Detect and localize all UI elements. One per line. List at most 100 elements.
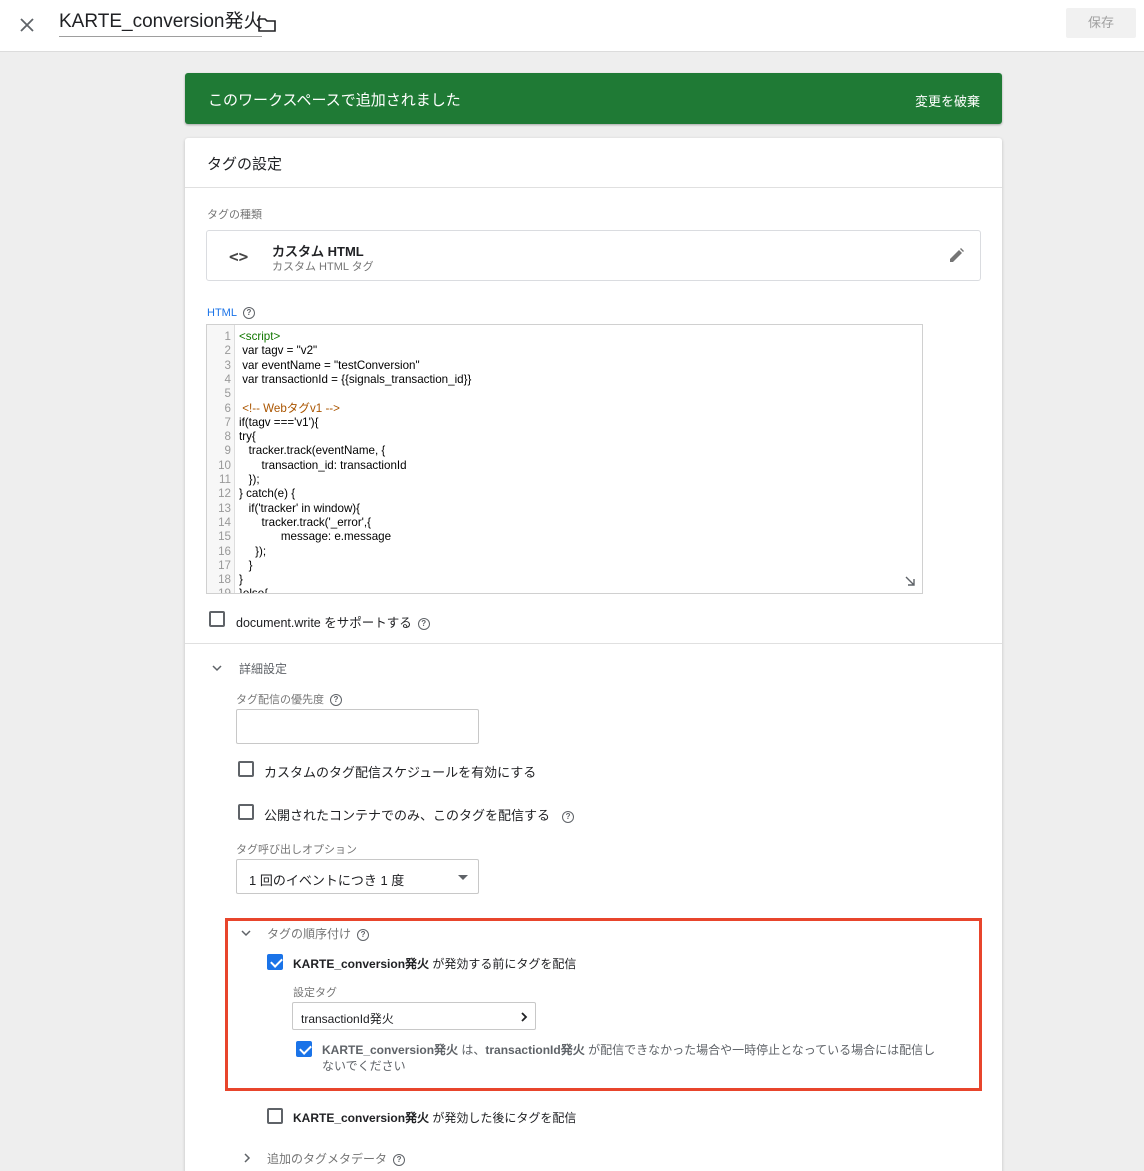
code-text: var transactionId = {{signals_transactio…: [239, 372, 472, 386]
code-line: 13 if('tracker' in window){: [207, 501, 360, 516]
help-icon[interactable]: ?: [393, 1153, 406, 1166]
tag-sequencing-title[interactable]: タグの順序付け?: [267, 925, 370, 942]
priority-label: タグ配信の優先度?: [236, 691, 342, 707]
code-line: 17 }: [207, 559, 252, 573]
cleanup-tag-checkbox[interactable]: [267, 1108, 283, 1124]
code-text: message: e.message: [239, 530, 392, 544]
html-code-editor[interactable]: 1 <script> 2 var tagv = "v2" 3 var eventNam…: [206, 324, 923, 594]
code-line: 14 tracker.track('_error',{: [207, 516, 371, 530]
code-line: 9 tracker.track(eventName, {: [207, 444, 386, 458]
priority-label-text: タグ配信の優先度: [236, 694, 324, 706]
code-text: <script>: [239, 330, 281, 343]
line-number: 10: [218, 458, 231, 472]
dont-fire-text-2: が配信できなかった場合や一時停止となっている場合には配信し: [584, 1043, 936, 1057]
divider: [185, 643, 1002, 644]
line-number: 11: [218, 473, 231, 486]
advanced-settings-title[interactable]: 詳細設定: [239, 660, 287, 677]
cleanup-tag-suffix: が発効した後にタグを配信: [429, 1111, 577, 1125]
code-line: 3 var eventName = "testConversion": [207, 358, 420, 373]
dont-fire-checkbox[interactable]: [296, 1041, 312, 1057]
card-title: タグの設定: [185, 138, 1002, 188]
discard-changes-link[interactable]: 変更を破棄: [915, 91, 980, 110]
code-text: }else{: [239, 587, 269, 594]
top-bar: KARTE_conversion発火 保存: [0, 0, 1144, 52]
close-icon[interactable]: [14, 12, 40, 38]
line-number: 8: [224, 430, 231, 444]
setup-tag-checkbox[interactable]: [267, 954, 283, 970]
code-line: 12} catch(e) {: [207, 487, 295, 501]
code-line: 15 message: e.message: [207, 530, 391, 544]
dont-fire-tag-name: KARTE_conversion発火: [322, 1043, 459, 1057]
save-button[interactable]: 保存: [1066, 8, 1136, 38]
code-text: if(tagv ==='v1'){: [239, 415, 319, 429]
line-number: 19: [218, 587, 231, 594]
tag-type-label: タグの種類: [207, 209, 262, 221]
chevron-right-icon[interactable]: [242, 1153, 252, 1163]
document-write-checkbox[interactable]: [209, 611, 225, 627]
tag-metadata-title[interactable]: 追加のタグメタデータ?: [267, 1150, 406, 1167]
help-icon[interactable]: ?: [242, 307, 255, 320]
code-line: 7 if(tagv ==='v1'){: [207, 415, 319, 430]
code-line: 18}: [207, 573, 243, 587]
setup-tag-name: KARTE_conversion発火: [293, 957, 430, 971]
line-number: 1: [224, 330, 231, 343]
code-text: try{: [239, 430, 256, 444]
chevron-right-icon: [521, 1012, 528, 1022]
code-line: 6 <!-- Webタグv1 -->: [207, 402, 340, 416]
code-line: 2 var tagv = "v2": [207, 344, 318, 358]
tag-metadata-text: 追加のタグメタデータ: [267, 1152, 388, 1166]
code-line: 4 var transactionId = {{signals_transact…: [207, 373, 472, 387]
code-line: 8 try{: [207, 430, 256, 444]
code-line: 11 });: [207, 473, 260, 487]
line-number: 3: [224, 358, 231, 372]
tag-name-title[interactable]: KARTE_conversion発火: [59, 11, 263, 37]
code-text: var eventName = "testConversion": [239, 358, 420, 372]
document-write-text: document.write をサポートする: [236, 616, 412, 630]
line-number: 7: [224, 415, 231, 429]
line-number: 13: [218, 501, 231, 515]
line-number: 9: [224, 444, 231, 458]
dont-fire-text-3: ないでください: [322, 1059, 406, 1073]
code-text: }: [239, 573, 243, 587]
code-line: 19 }else{: [207, 587, 268, 594]
help-icon[interactable]: ?: [357, 928, 370, 941]
workspace-banner: このワークスペースで追加されました 変更を破棄: [185, 73, 1002, 124]
code-text: });: [239, 473, 260, 486]
html-label-text: HTML: [207, 307, 237, 319]
published-only-checkbox[interactable]: [238, 804, 254, 820]
published-only-label: 公開されたコンテナでのみ、このタグを配信する?: [264, 805, 575, 824]
published-only-text: 公開されたコンテナでのみ、このタグを配信する: [264, 808, 551, 823]
code-text: tracker.track(eventName, {: [239, 444, 386, 458]
help-icon[interactable]: ?: [330, 694, 342, 707]
dont-fire-label: KARTE_conversion発火 は、transactionId発火 が配信…: [322, 1042, 972, 1074]
custom-schedule-checkbox[interactable]: [238, 761, 254, 777]
help-icon[interactable]: ?: [562, 810, 575, 823]
firing-option-select[interactable]: 1 回のイベントにつき 1 度: [236, 859, 479, 894]
code-line: 1 <script>: [207, 330, 281, 344]
line-number: 12: [218, 487, 231, 501]
help-icon[interactable]: ?: [417, 617, 430, 630]
setup-tag-label: KARTE_conversion発火 が発効する前にタグを配信: [293, 955, 576, 972]
folder-icon[interactable]: [256, 14, 278, 36]
tag-configuration-card: タグの設定 タグの種類 <> カスタム HTML カスタム HTML タグ HT…: [185, 138, 1002, 1171]
tag-type-selector[interactable]: <> カスタム HTML カスタム HTML タグ: [206, 230, 981, 281]
tag-type-description: カスタム HTML タグ: [272, 261, 374, 273]
chevron-down-icon[interactable]: [212, 663, 222, 673]
code-line: 16 });: [207, 545, 266, 559]
line-number: 5: [224, 387, 231, 401]
code-line: 5: [207, 387, 231, 401]
line-number: 2: [224, 344, 231, 358]
code-text: transaction_id: transactionId: [239, 458, 407, 472]
dont-fire-text-1: は、: [458, 1043, 486, 1057]
code-text: if('tracker' in window){: [239, 501, 361, 515]
priority-input[interactable]: [236, 709, 479, 744]
custom-schedule-label: カスタムのタグ配信スケジュールを有効にする: [264, 765, 537, 780]
code-text: <!-- Webタグv1 -->: [239, 401, 340, 415]
resize-handle-icon[interactable]: [904, 575, 916, 587]
cleanup-tag-name: KARTE_conversion発火: [293, 1111, 430, 1125]
setup-tag-select[interactable]: transactionId発火: [292, 1002, 536, 1030]
banner-message: このワークスペースで追加されました: [208, 92, 461, 109]
setup-tag-field-label: 設定タグ: [293, 987, 337, 999]
chevron-down-icon[interactable]: [241, 928, 251, 938]
pencil-icon[interactable]: [946, 246, 966, 266]
